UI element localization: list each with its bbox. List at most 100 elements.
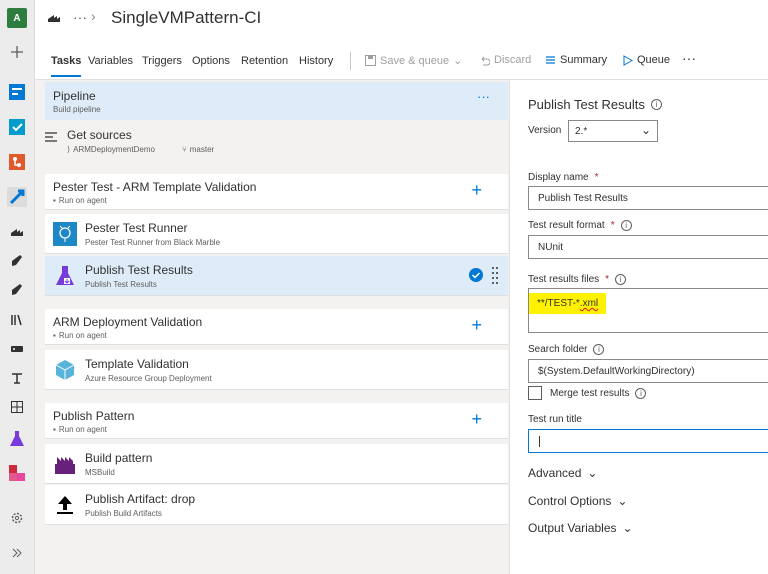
output-variables-section[interactable]: Output Variables ⌄ [528,521,633,535]
deployment-groups-icon[interactable] [7,368,27,388]
add-task-button[interactable]: + [471,315,482,336]
save-queue-button[interactable]: Save & queue ⌄ [365,54,462,67]
chevron-down-icon: ⌄ [587,466,598,480]
drag-handle-icon[interactable] [492,266,498,289]
control-options-section[interactable]: Control Options ⌄ [528,494,627,508]
settings-icon[interactable] [7,508,27,528]
builds-icon [47,10,61,27]
tab-options[interactable]: Options [192,55,230,67]
files-value: **/TEST-* [537,298,580,309]
text-cursor [539,436,543,447]
chevron-down-icon: ⌄ [622,521,633,535]
task-row-selected[interactable]: Publish Test Results Publish Test Result… [45,256,508,296]
task-row[interactable]: Pester Test Runner Pester Test Runner fr… [45,214,508,254]
more-actions-button[interactable]: ··· [682,50,696,66]
version-value: 2.* [575,126,588,137]
pipelines-icon[interactable] [7,187,27,207]
display-name-input[interactable]: Publish Test Results [528,186,768,210]
chevron-down-icon: ⌄ [617,494,628,508]
display-name-label-text: Display name [528,172,589,183]
pipeline-more-button[interactable]: ··· [477,89,490,104]
tab-triggers[interactable]: Triggers [142,55,182,67]
info-icon[interactable]: i [593,344,605,355]
releases-icon[interactable] [7,251,27,271]
discard-button[interactable]: Discard [479,54,531,66]
task-row[interactable]: Build pattern MSBuild [45,444,508,484]
phase-subtitle: ▪ Run on agent [53,425,107,434]
builds-icon[interactable] [7,221,27,241]
panel-title: Publish Test Results [528,97,645,112]
files-textarea[interactable]: **/TEST-*.xml [528,288,768,333]
task-subtitle: Pester Test Runner from Black Marble [85,238,221,247]
version-select[interactable]: 2.* ⌄ [568,120,658,142]
deployments-icon[interactable] [7,280,27,300]
search-folder-input[interactable]: $(System.DefaultWorkingDirectory) [528,359,768,383]
run-title-input[interactable] [528,429,768,453]
get-sources-title: Get sources [67,128,132,142]
tab-tasks[interactable]: Tasks [51,55,82,77]
tab-bar: Tasks Variables Triggers Options Retenti… [35,38,768,80]
files-highlight: **/TEST-*.xml [529,293,607,314]
phase-title: Publish Pattern [53,409,135,423]
phase-subtitle-text: Run on agent [58,196,107,205]
undo-icon [481,56,490,65]
required-marker: * [610,220,615,231]
agent-icon: ▪ [53,196,56,205]
repos-icon[interactable] [7,152,27,172]
task-title: Pester Test Runner [85,221,188,235]
control-options-label: Control Options [528,494,612,508]
tab-history[interactable]: History [299,55,333,67]
boards-icon[interactable] [7,117,27,137]
task-groups-icon[interactable] [7,339,27,359]
search-folder-label: Search folder i [528,344,605,355]
task-row[interactable]: Publish Artifact: drop Publish Build Art… [45,485,508,525]
merge-checkbox[interactable] [528,386,542,400]
format-input[interactable]: NUnit [528,235,768,259]
task-text: Template Validation Azure Resource Group… [85,357,212,383]
plus-icon[interactable] [7,42,27,62]
info-icon[interactable]: i [635,388,647,399]
breadcrumb-more[interactable]: ··· [73,9,87,25]
advanced-section[interactable]: Advanced ⌄ [528,466,597,480]
task-row[interactable]: Template Validation Azure Resource Group… [45,350,508,390]
discard-label: Discard [494,54,532,66]
task-subtitle: Publish Test Results [85,280,157,289]
task-subtitle: Azure Resource Group Deployment [85,374,212,383]
pipeline-row[interactable]: Pipeline Build pipeline ··· [45,82,508,120]
xaml-icon[interactable] [7,397,27,417]
get-sources-meta: ⟩ ARMDeploymentDemo ⑂ master [67,145,214,154]
expand-icon[interactable] [7,543,27,563]
add-task-button[interactable]: + [471,180,482,201]
cube-icon [53,358,77,382]
queue-button[interactable]: Queue [623,54,670,66]
phase-subtitle: ▪ Run on agent [53,196,107,205]
phase-row[interactable]: Pester Test - ARM Template Validation ▪ R… [45,174,508,210]
version-label: Version [528,125,562,136]
msbuild-icon [53,452,77,476]
task-subtitle: Publish Build Artifacts [85,509,162,518]
add-task-button[interactable]: + [471,409,482,430]
summary-button[interactable]: Summary [545,54,607,66]
test-plans-icon[interactable] [7,429,27,449]
pipeline-subtitle: Build pipeline [53,105,101,114]
info-icon[interactable]: i [615,274,627,285]
artifacts-icon[interactable] [7,463,27,483]
pester-icon [53,222,77,246]
phase-row[interactable]: Publish Pattern ▪ Run on agent + [45,403,508,439]
flask-icon [53,264,77,288]
info-icon[interactable]: i [650,99,662,110]
tab-variables[interactable]: Variables [88,55,133,67]
task-details-panel: Publish Test Results i Version 2.* ⌄ Dis… [509,80,768,574]
info-icon[interactable]: i [620,220,632,231]
toolbar-divider [350,52,351,70]
phase-row[interactable]: ARM Deployment Validation ▪ Run on agent … [45,309,508,345]
tab-retention[interactable]: Retention [241,55,288,67]
files-value-ext: .xml [579,298,599,309]
phase-subtitle-text: Run on agent [58,331,107,340]
library-icon[interactable] [7,310,27,330]
upload-icon [53,493,77,517]
overview-icon[interactable] [7,82,27,102]
get-sources-row[interactable]: Get sources ⟩ ARMDeploymentDemo ⑂ master [45,124,508,162]
format-label: Test result format * i [528,220,632,231]
org-avatar[interactable]: A [7,8,27,28]
